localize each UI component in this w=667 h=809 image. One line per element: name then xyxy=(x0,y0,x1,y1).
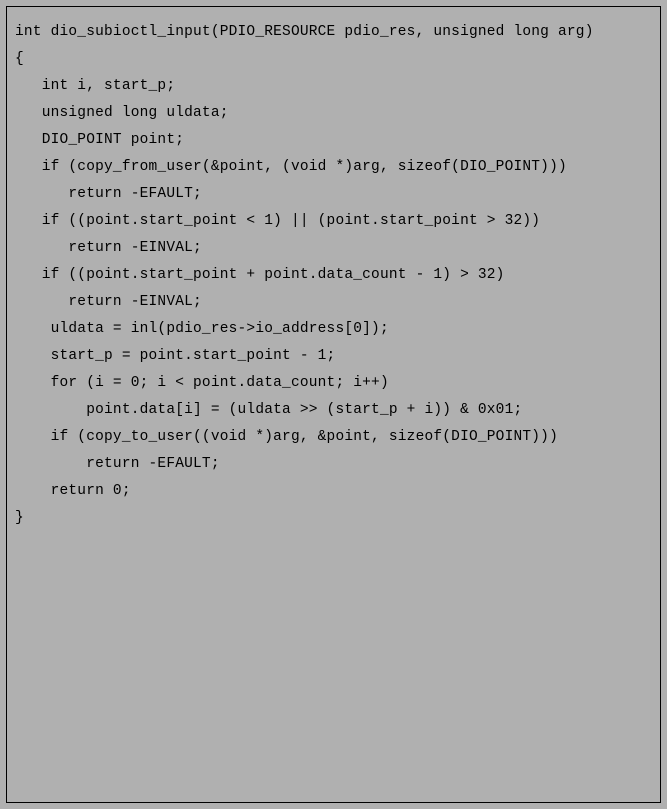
code-line: for (i = 0; i < point.data_count; i++) xyxy=(15,370,652,397)
code-line: return -EINVAL; xyxy=(15,289,652,316)
code-line: { xyxy=(15,46,652,73)
code-line: return 0; xyxy=(15,478,652,505)
code-line: if ((point.start_point < 1) || (point.st… xyxy=(15,208,652,235)
code-line: DIO_POINT point; xyxy=(15,127,652,154)
code-line: uldata = inl(pdio_res->io_address[0]); xyxy=(15,316,652,343)
code-line: if (copy_from_user(&point, (void *)arg, … xyxy=(15,154,652,181)
code-line: unsigned long uldata; xyxy=(15,100,652,127)
code-line: } xyxy=(15,505,652,532)
code-line: int dio_subioctl_input(PDIO_RESOURCE pdi… xyxy=(15,19,652,46)
code-line: return -EINVAL; xyxy=(15,235,652,262)
code-line: if (copy_to_user((void *)arg, &point, si… xyxy=(15,424,652,451)
code-line: if ((point.start_point + point.data_coun… xyxy=(15,262,652,289)
code-line: point.data[i] = (uldata >> (start_p + i)… xyxy=(15,397,652,424)
code-line: return -EFAULT; xyxy=(15,181,652,208)
code-block: int dio_subioctl_input(PDIO_RESOURCE pdi… xyxy=(6,6,661,803)
code-line: return -EFAULT; xyxy=(15,451,652,478)
code-line: start_p = point.start_point - 1; xyxy=(15,343,652,370)
code-line: int i, start_p; xyxy=(15,73,652,100)
